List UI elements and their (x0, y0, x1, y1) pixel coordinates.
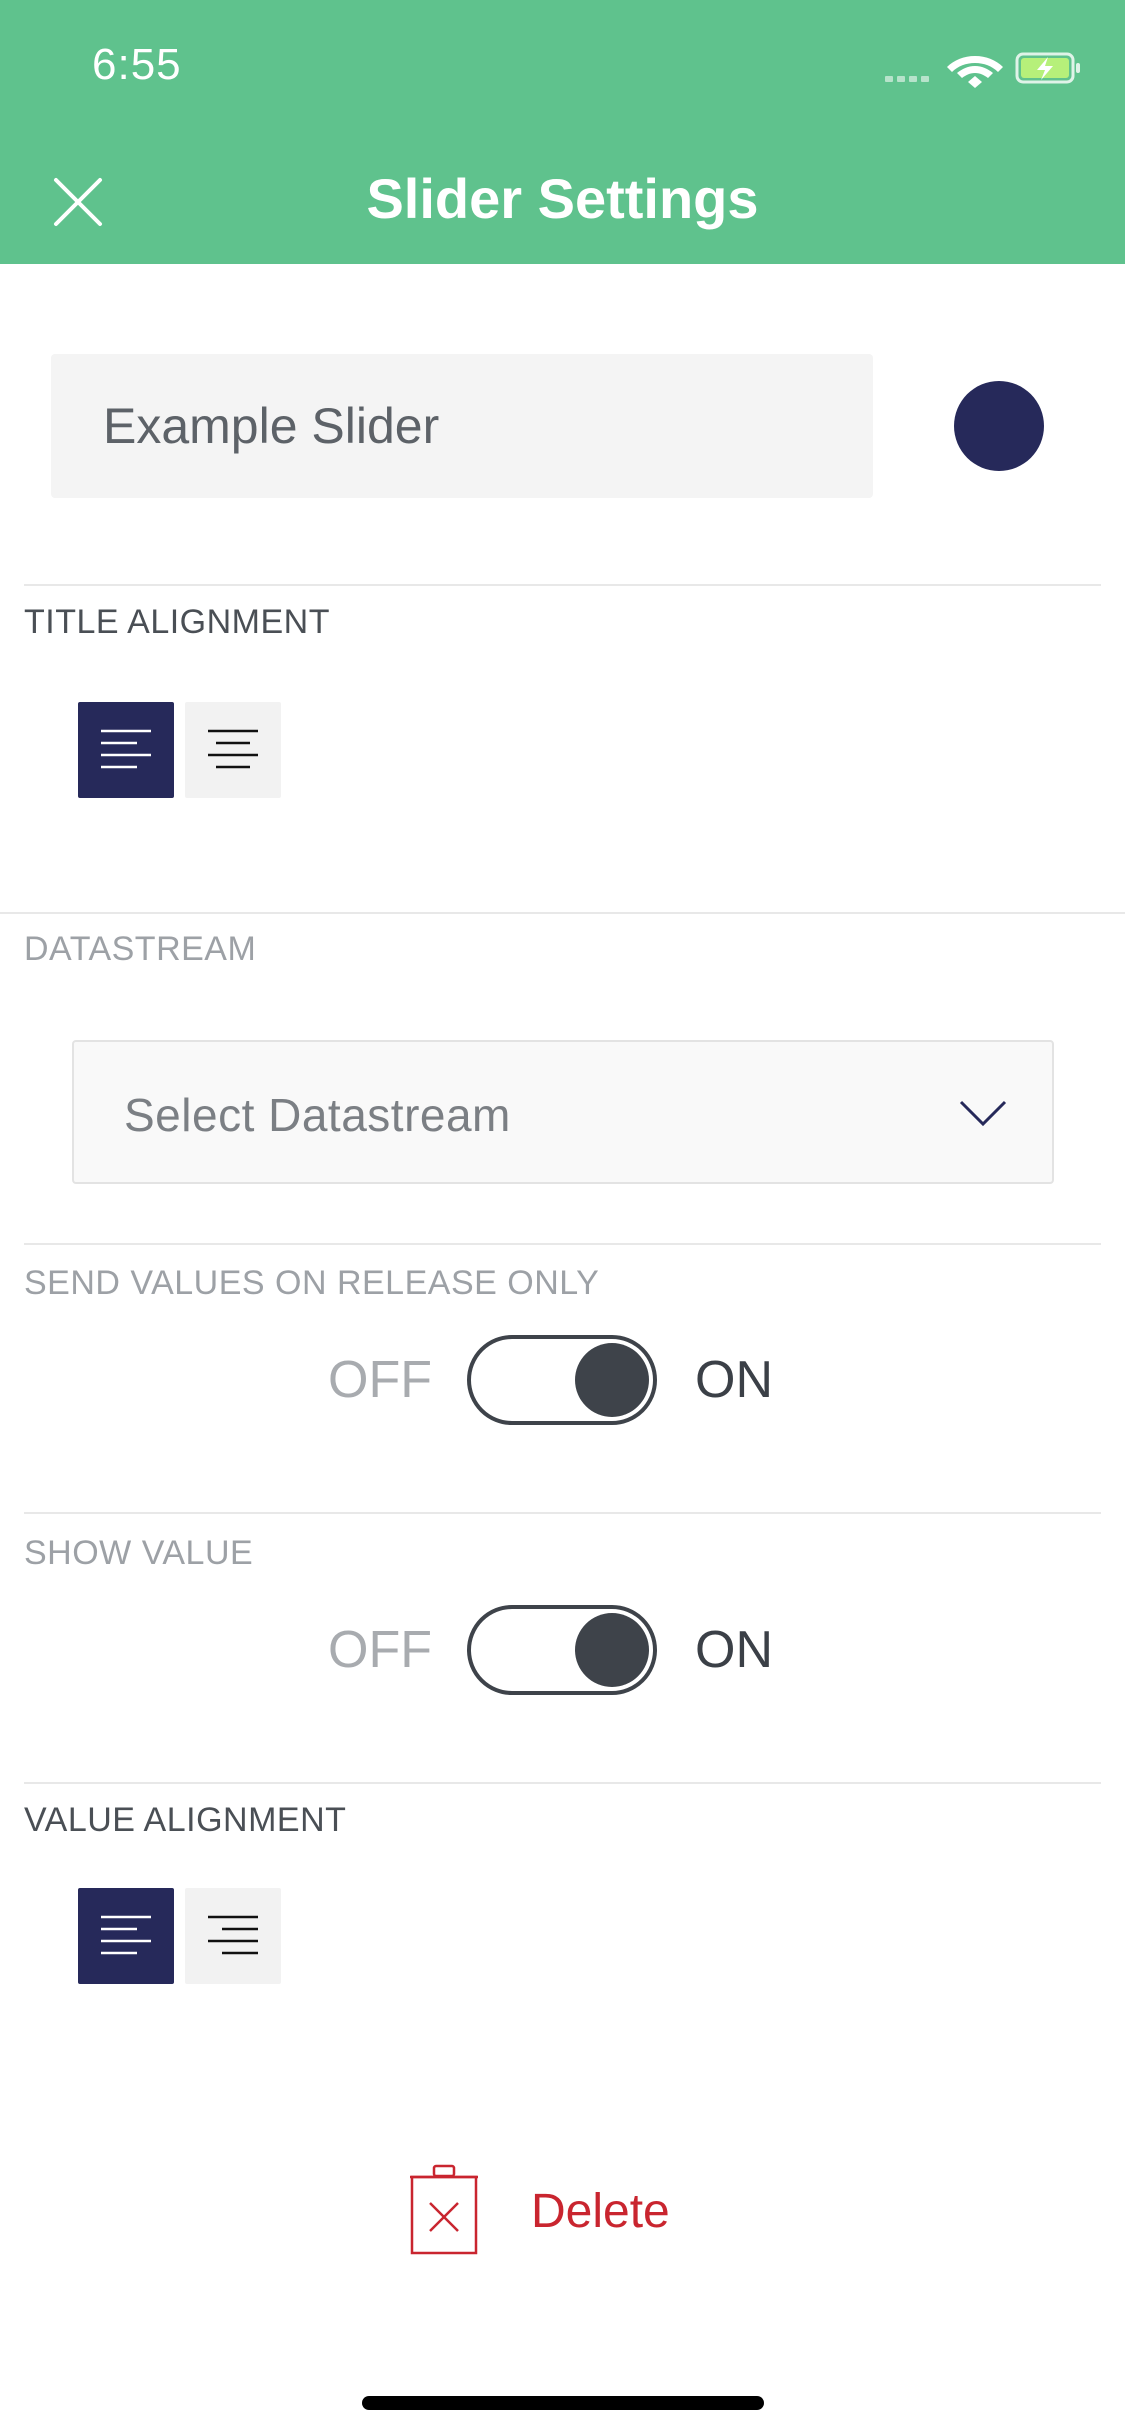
wifi-icon (947, 56, 1003, 88)
divider (0, 912, 1125, 914)
title-align-center-button[interactable] (185, 702, 281, 798)
color-picker-button[interactable] (954, 381, 1044, 471)
align-left-icon (101, 1915, 151, 1955)
title-alignment-label: TITLE ALIGNMENT (24, 603, 330, 641)
status-icons (885, 52, 1080, 88)
datastream-placeholder: Select Datastream (124, 1089, 511, 1141)
status-time: 6:55 (92, 40, 182, 89)
align-left-icon (101, 729, 151, 769)
home-indicator (362, 2396, 764, 2410)
value-align-left-button[interactable] (78, 1888, 174, 1984)
divider (24, 1782, 1101, 1784)
chevron-down-icon (959, 1100, 1007, 1127)
send-on-release-label: SEND VALUES ON RELEASE ONLY (24, 1264, 600, 1302)
divider (24, 1512, 1101, 1514)
send-on-release-off-label: OFF (328, 1351, 432, 1409)
align-center-icon (208, 729, 258, 769)
battery-charging-icon (1015, 52, 1080, 84)
delete-button[interactable]: Delete (531, 2184, 670, 2239)
value-alignment-label: VALUE ALIGNMENT (24, 1801, 347, 1839)
toggle-knob (575, 1613, 649, 1687)
datastream-label: DATASTREAM (24, 930, 257, 968)
align-right-icon (208, 1915, 258, 1955)
close-icon[interactable] (48, 172, 108, 232)
widget-title-value: Example Slider (103, 398, 440, 454)
trash-icon[interactable] (408, 2163, 480, 2291)
toggle-knob (575, 1343, 649, 1417)
send-on-release-toggle[interactable] (467, 1335, 657, 1425)
show-value-on-label: ON (695, 1621, 773, 1679)
cellular-signal-icon (885, 76, 929, 82)
value-align-right-button[interactable] (185, 1888, 281, 1984)
show-value-toggle[interactable] (467, 1605, 657, 1695)
title-align-left-button[interactable] (78, 702, 174, 798)
page-title: Slider Settings (366, 167, 759, 230)
widget-title-input[interactable]: Example Slider (51, 354, 873, 498)
datastream-select[interactable]: Select Datastream (72, 1040, 1054, 1184)
send-on-release-on-label: ON (695, 1351, 773, 1409)
divider (24, 584, 1101, 586)
show-value-label: SHOW VALUE (24, 1534, 254, 1572)
divider (24, 1243, 1101, 1245)
show-value-off-label: OFF (328, 1621, 432, 1679)
